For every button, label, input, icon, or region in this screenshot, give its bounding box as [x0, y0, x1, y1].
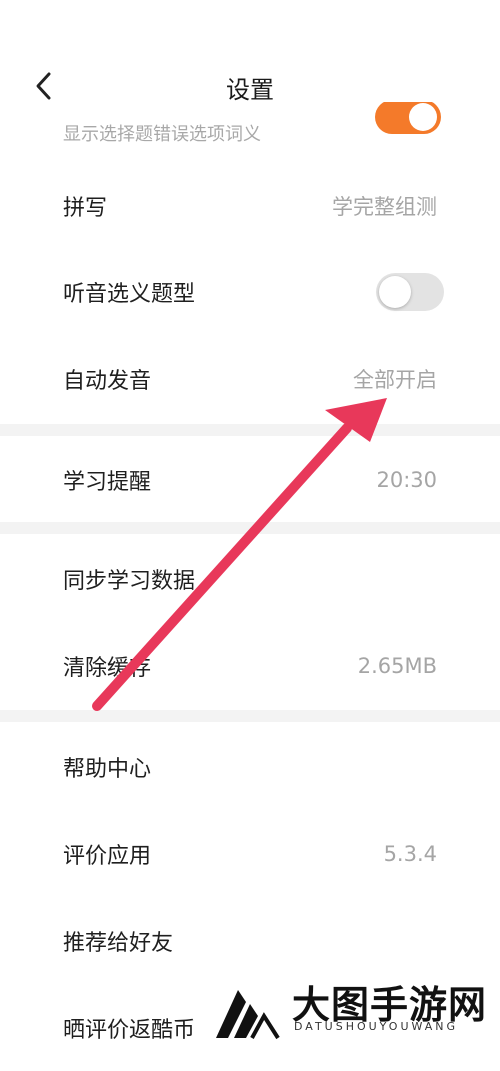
watermark-subtitle: DATUSHOUYOUWANG	[294, 1020, 459, 1033]
setting-value: 学完整组测	[332, 195, 437, 219]
setting-row-study-reminder[interactable]: 学习提醒 20:30	[0, 437, 500, 523]
setting-label: 帮助中心	[63, 757, 152, 782]
setting-value: 20:30	[376, 468, 437, 492]
toggle-knob	[379, 276, 411, 308]
setting-row-clear-cache[interactable]: 清除缓存 2.65MB	[0, 623, 500, 709]
setting-value: 5.3.4	[383, 842, 437, 866]
setting-label: 评价应用	[63, 844, 152, 869]
setting-value: 全部开启	[353, 368, 437, 392]
setting-row-auto-pronounce[interactable]: 自动发音 全部开启	[0, 336, 500, 422]
section-divider	[0, 710, 500, 722]
setting-row-listening-choice: 听音选义题型	[0, 249, 500, 335]
setting-row-rate-app[interactable]: 评价应用 5.3.4	[0, 811, 500, 897]
setting-label: 推荐给好友	[63, 931, 174, 956]
listening-choice-toggle[interactable]	[376, 273, 444, 311]
setting-value: 2.65MB	[357, 654, 437, 678]
watermark: 大图手游网 DATUSHOUYOUWANG	[212, 972, 500, 1045]
header-bar: 设置 显示选择题错误选项词义	[0, 0, 500, 145]
setting-label: 听音选义题型	[63, 282, 196, 307]
setting-label: 拼写	[63, 196, 108, 221]
setting-label: 同步学习数据	[63, 569, 196, 594]
setting-row-help-center[interactable]: 帮助中心	[0, 724, 500, 810]
section-divider	[0, 424, 500, 436]
setting-row-sync-data[interactable]: 同步学习数据	[0, 536, 500, 622]
watermark-logo-icon	[216, 990, 280, 1040]
section-divider	[0, 522, 500, 534]
setting-label: 学习提醒	[63, 470, 152, 495]
setting-row-spelling[interactable]: 拼写 学完整组测	[0, 163, 500, 249]
setting-label: 晒评价返酷币	[63, 1018, 196, 1043]
setting-label: 自动发音	[63, 369, 152, 394]
error-meaning-toggle[interactable]	[375, 100, 441, 134]
error-meaning-subtitle: 显示选择题错误选项词义	[63, 124, 261, 145]
setting-label: 清除缓存	[63, 656, 152, 681]
